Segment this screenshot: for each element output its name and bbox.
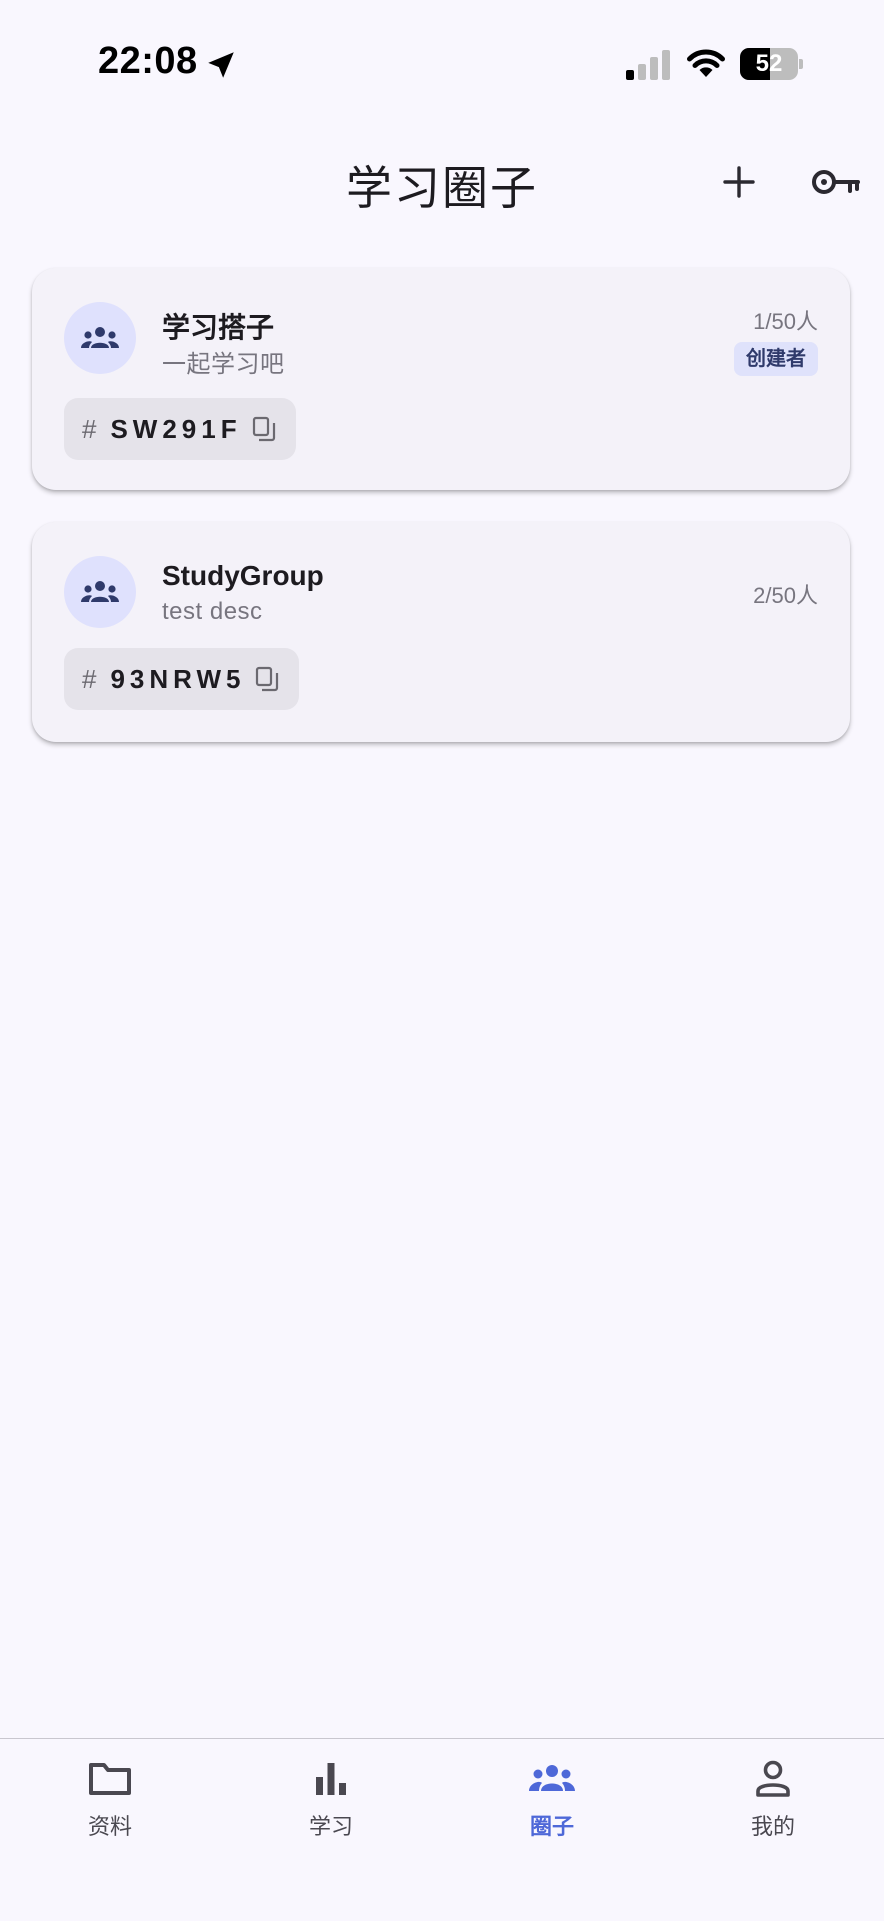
group-name: StudyGroup <box>162 560 324 591</box>
status-bar: 22:08 52 <box>0 0 884 130</box>
group-name: 学习搭子 <box>162 312 275 343</box>
app-header: 学习圈子 <box>0 130 884 230</box>
creator-badge: 创建者 <box>734 342 818 376</box>
nav-tab-study[interactable]: 学习 <box>261 1759 401 1859</box>
nav-tab-label: 学习 <box>308 1814 353 1839</box>
person-icon <box>756 1760 790 1797</box>
copy-icon[interactable] <box>252 416 276 442</box>
group-description: 一起学习吧 <box>162 351 285 378</box>
group-description: test desc <box>162 598 263 625</box>
add-icon <box>723 166 755 198</box>
groups-icon <box>81 327 119 348</box>
copy-icon[interactable] <box>255 666 279 692</box>
nav-tab-materials[interactable]: 资料 <box>40 1759 180 1859</box>
hash-icon: # <box>82 663 97 694</box>
bar-chart-icon <box>316 1763 346 1795</box>
key-icon <box>812 170 860 194</box>
bottom-navigation: 资料 学习 圈子 我的 <box>0 1738 884 1921</box>
invite-code: SW291F <box>110 413 242 444</box>
group-card[interactable]: 学习搭子 一起学习吧 1/50人 创建者 # SW291F <box>32 268 850 490</box>
wifi-icon <box>687 49 725 77</box>
join-by-code-button[interactable] <box>804 155 868 209</box>
status-time: 22:08 <box>98 40 198 82</box>
nav-tab-label: 我的 <box>750 1814 795 1839</box>
invite-code-chip[interactable]: # SW291F <box>64 398 296 460</box>
location-arrow-icon <box>208 52 234 78</box>
nav-tab-profile[interactable]: 我的 <box>703 1759 843 1859</box>
groups-icon <box>529 1765 575 1791</box>
invite-code-chip[interactable]: # 93NRW5 <box>64 648 300 710</box>
member-count: 1/50人 <box>753 309 818 334</box>
nav-tab-label: 圈子 <box>529 1814 574 1839</box>
hash-icon: # <box>82 413 97 444</box>
group-avatar <box>64 556 136 628</box>
nav-tab-circles[interactable]: 圈子 <box>482 1759 622 1859</box>
member-count: 2/50人 <box>753 583 818 608</box>
group-avatar <box>64 302 136 374</box>
invite-code: 93NRW5 <box>110 663 246 694</box>
battery-icon: 52 <box>740 48 804 80</box>
folder-icon <box>89 1763 131 1795</box>
nav-tab-label: 资料 <box>87 1814 132 1839</box>
group-card[interactable]: StudyGroup test desc 2/50人 # 93NRW5 <box>32 522 850 742</box>
groups-icon <box>81 581 119 602</box>
battery-level-text: 52 <box>755 50 783 77</box>
add-group-button[interactable] <box>712 155 766 209</box>
cellular-signal-icon <box>626 50 670 80</box>
